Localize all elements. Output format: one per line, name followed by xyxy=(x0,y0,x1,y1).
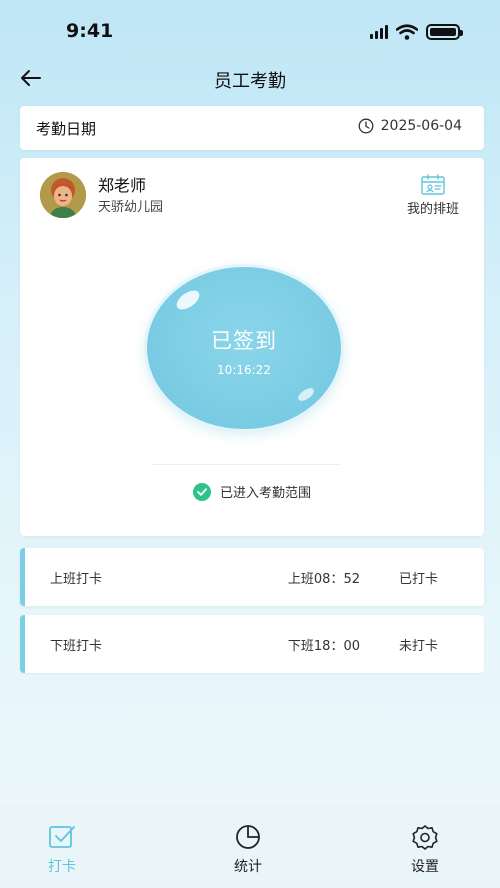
date-picker[interactable]: 2025-06-04 xyxy=(358,118,462,134)
punch-time: 上班08：52 xyxy=(287,572,360,587)
nav-bar: 员工考勤 xyxy=(0,60,500,96)
avatar xyxy=(40,172,86,218)
divider xyxy=(152,464,340,465)
punch-in-record: 上班打卡 上班08：52 已打卡 xyxy=(20,548,484,606)
user-name: 郑老师 xyxy=(98,176,147,195)
tab-stats[interactable]: 统计 xyxy=(208,824,288,876)
date-value: 2025-06-04 xyxy=(380,118,462,134)
clock-icon xyxy=(358,118,374,134)
check-circle-icon xyxy=(192,482,211,501)
punch-label: 上班打卡 xyxy=(50,572,103,587)
battery-icon xyxy=(426,24,463,40)
tab-label: 统计 xyxy=(234,859,262,875)
punch-status: 未打卡 xyxy=(398,639,438,654)
bubble-highlight xyxy=(173,286,203,314)
row-accent xyxy=(20,548,25,606)
range-text: 已进入考勤范围 xyxy=(219,486,311,501)
range-status: 已进入考勤范围 xyxy=(20,482,484,501)
tab-punch[interactable]: 打卡 xyxy=(22,824,102,876)
tab-settings[interactable]: 设置 xyxy=(385,824,465,876)
punch-time: 下班18：00 xyxy=(287,639,360,654)
attendance-card: 郑老师 天骄幼儿园 我的排班 已签到 10:16:22 已进入考勤范围 xyxy=(20,158,484,536)
attendance-date-bar: 考勤日期 2025-06-04 xyxy=(20,106,484,150)
punch-label: 下班打卡 xyxy=(50,639,103,654)
date-label: 考勤日期 xyxy=(36,120,97,138)
battery-level xyxy=(430,28,456,36)
schedule-icon xyxy=(421,174,445,195)
status-time: 9:41 xyxy=(66,20,114,42)
tab-label: 打卡 xyxy=(48,859,76,875)
punch-status: 已打卡 xyxy=(398,572,438,587)
sign-status: 已签到 xyxy=(211,329,277,353)
sign-in-button[interactable]: 已签到 10:16:22 xyxy=(147,267,341,429)
tab-bar: 打卡 统计 设置 xyxy=(0,806,500,888)
my-schedule-button[interactable]: 我的排班 xyxy=(396,174,470,217)
page-title: 员工考勤 xyxy=(214,71,286,92)
wifi-icon xyxy=(396,24,418,40)
status-bar: 9:41 xyxy=(0,0,500,62)
bubble-highlight xyxy=(296,385,316,404)
status-icons xyxy=(370,24,463,40)
user-school: 天骄幼儿园 xyxy=(98,200,164,215)
sign-time: 10:16:22 xyxy=(217,363,271,377)
cellular-signal-icon xyxy=(370,25,388,39)
schedule-label: 我的排班 xyxy=(406,202,459,217)
punch-out-record: 下班打卡 下班18：00 未打卡 xyxy=(20,615,484,673)
tab-label: 设置 xyxy=(411,859,439,875)
row-accent xyxy=(20,615,25,673)
gear-icon xyxy=(412,825,438,850)
pie-chart-icon xyxy=(236,825,260,849)
check-square-icon xyxy=(49,826,75,848)
